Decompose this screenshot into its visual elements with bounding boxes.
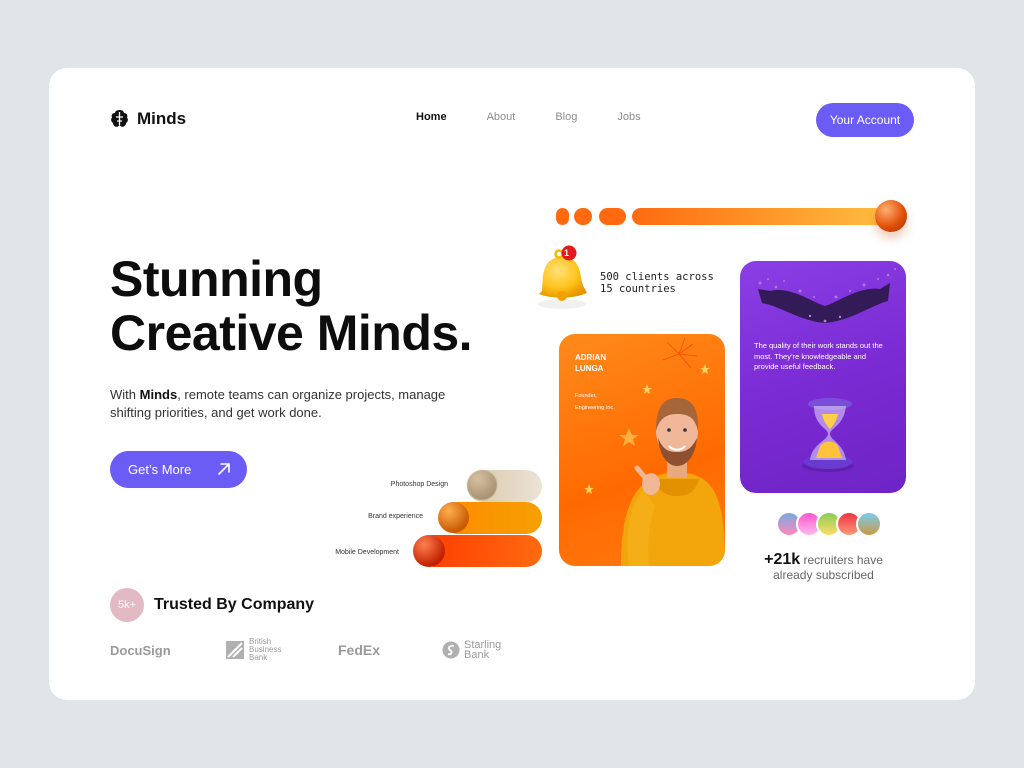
main-card: Minds Home About Blog Jobs Your Account … bbox=[49, 68, 975, 700]
bell-icon bbox=[538, 245, 587, 309]
gets-more-button[interactable]: Get’s More bbox=[110, 451, 247, 488]
bbb-logo: British Business Bank bbox=[225, 638, 338, 662]
testimonial-quote: The quality of their work stands out the… bbox=[754, 341, 883, 371]
recruiters-stat: +21k recruiters have already subscribed bbox=[756, 552, 891, 583]
skill-label-brand: Brand experience bbox=[368, 513, 423, 520]
nav-home[interactable]: Home bbox=[416, 111, 447, 123]
progress-dot-2 bbox=[574, 208, 592, 225]
clients-stat: 500 clients across 15 countries bbox=[600, 271, 714, 295]
progress-track bbox=[632, 208, 892, 225]
skill-label-mobile: Mobile Development bbox=[335, 549, 399, 556]
avatar bbox=[856, 511, 882, 537]
docusign-logo: DocuSign bbox=[110, 643, 225, 658]
nav-jobs[interactable]: Jobs bbox=[617, 111, 640, 123]
nav-blog[interactable]: Blog bbox=[555, 111, 577, 123]
profile-illustration bbox=[584, 337, 725, 566]
recruiter-avatars bbox=[776, 511, 882, 537]
fedex-text: FedEx bbox=[338, 642, 381, 658]
hourglass-icon bbox=[802, 398, 854, 472]
docusign-text: DocuSign bbox=[110, 642, 171, 658]
progress-dot-1 bbox=[556, 208, 569, 225]
recruiters-count: +21k bbox=[764, 551, 801, 568]
recruiters-text-line2: already subscribed bbox=[773, 568, 874, 582]
brand-logo[interactable]: Minds bbox=[109, 108, 186, 129]
desc-prefix: With bbox=[110, 387, 140, 402]
progress-knob[interactable] bbox=[875, 200, 907, 232]
desc-brand: Minds bbox=[139, 387, 178, 402]
top-nav: Home About Blog Jobs bbox=[416, 111, 681, 123]
stat-line1: 500 clients across bbox=[600, 271, 714, 283]
skill-orb-photoshop bbox=[467, 470, 497, 500]
hero-description: With Minds, remote teams can organize pr… bbox=[110, 386, 460, 422]
nav-about[interactable]: About bbox=[487, 111, 516, 123]
starling-line2: Bank bbox=[464, 649, 490, 661]
trusted-badge: 5k+ bbox=[110, 588, 144, 622]
starling-icon bbox=[442, 641, 460, 659]
stat-line2: 15 countries bbox=[600, 283, 676, 295]
skill-orb-mobile bbox=[413, 535, 445, 567]
fedex-logo: FedEx bbox=[338, 642, 442, 658]
cta-label: Get’s More bbox=[128, 462, 192, 477]
profile-card[interactable]: ADRIAN LUNGA Founder, Engineering Inc. bbox=[559, 334, 725, 566]
brand-name: Minds bbox=[137, 108, 187, 128]
recruiters-text-line1: recruiters have bbox=[800, 553, 883, 567]
brain-icon bbox=[111, 110, 128, 127]
hero-title-line1: Stunning bbox=[110, 251, 323, 307]
your-account-button[interactable]: Your Account bbox=[816, 103, 914, 137]
handshake-illustration bbox=[758, 268, 896, 323]
progress-dot-3 bbox=[599, 208, 626, 225]
trusted-label: Trusted By Company bbox=[154, 596, 315, 613]
hero-title: Stunning Creative Minds. bbox=[110, 251, 473, 361]
skill-orb-brand bbox=[438, 502, 469, 533]
starling-logo: Starling Bank bbox=[442, 640, 501, 661]
bbb-line3: Bank bbox=[249, 653, 268, 662]
testimonial-card[interactable]: The quality of their work stands out the… bbox=[740, 261, 906, 493]
notification-count: 1 bbox=[564, 248, 570, 258]
company-logos: DocuSign British Business Bank FedEx Sta… bbox=[110, 638, 501, 662]
arrow-up-right-icon bbox=[218, 463, 230, 475]
trusted-section: 5k+ Trusted By Company bbox=[110, 588, 314, 622]
hero-title-line2: Creative Minds. bbox=[110, 305, 473, 361]
bbb-icon bbox=[226, 641, 244, 659]
skill-label-photoshop: Photoshop Design bbox=[390, 481, 448, 488]
